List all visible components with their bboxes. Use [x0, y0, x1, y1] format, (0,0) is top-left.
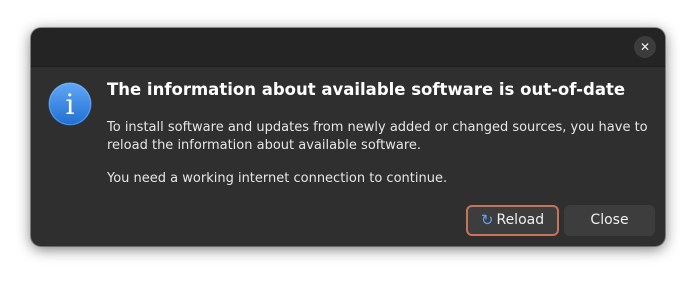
close-button[interactable]: Close — [564, 205, 655, 236]
dialog-message: To install software and updates from new… — [107, 120, 648, 153]
dialog-note: You need a working internet connection t… — [107, 171, 448, 186]
dialog-title: The information about available software… — [107, 80, 626, 99]
reload-button-label: Reload — [496, 212, 545, 228]
info-icon: i — [48, 82, 92, 126]
dialog-titlebar: ✕ — [31, 28, 665, 67]
reload-button[interactable]: ↻ Reload — [466, 205, 559, 236]
reload-icon: ↻ — [480, 211, 494, 229]
out-of-date-dialog: ✕ i The information about available soft… — [31, 28, 665, 246]
close-icon[interactable]: ✕ — [634, 36, 656, 58]
svg-text:i: i — [66, 88, 75, 121]
